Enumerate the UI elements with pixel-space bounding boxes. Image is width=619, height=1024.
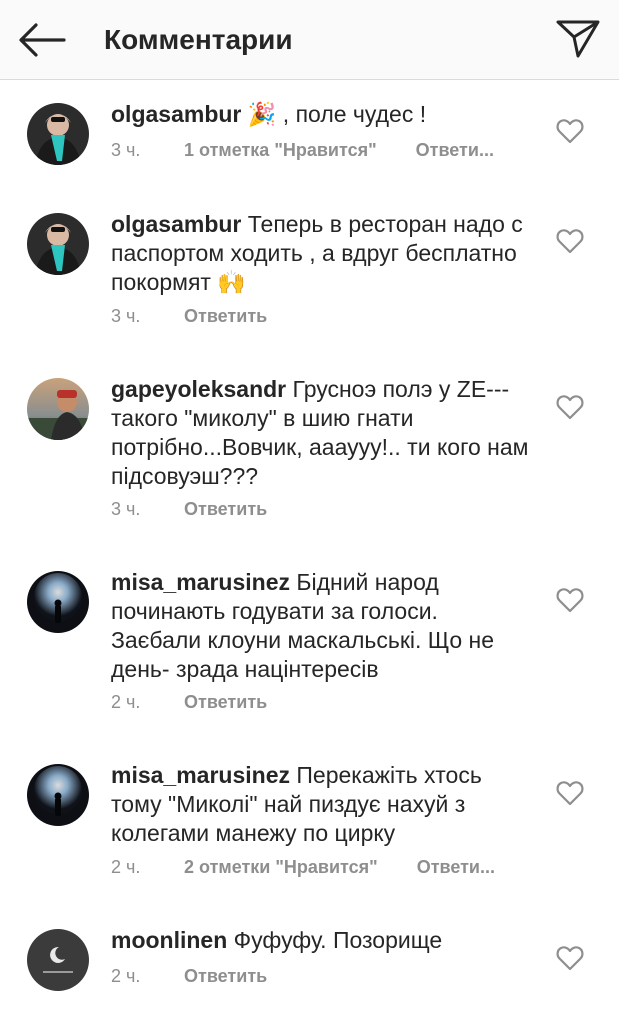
- comment-meta: 3 ч. Ответить: [111, 306, 267, 332]
- comment-time: 3 ч.: [111, 140, 141, 160]
- comment-likes[interactable]: 1 отметка "Нравится": [184, 140, 377, 161]
- like-button[interactable]: [556, 118, 584, 144]
- comment-meta: 2 ч. Ответить: [111, 966, 267, 992]
- comment-username[interactable]: misa_marusinez: [111, 569, 290, 595]
- avatar[interactable]: [27, 571, 89, 633]
- reply-button[interactable]: Ответить: [184, 692, 267, 713]
- arrow-left-icon: [19, 23, 66, 57]
- comment-username[interactable]: misa_marusinez: [111, 762, 290, 788]
- like-button[interactable]: [556, 228, 584, 254]
- comment-time: 2 ч.: [111, 966, 141, 986]
- reply-button[interactable]: Ответить: [184, 499, 267, 520]
- share-button[interactable]: [554, 18, 602, 60]
- comment-time: 2 ч.: [111, 857, 141, 877]
- heart-outline-icon: [556, 395, 584, 420]
- comment-text: 🎉 , поле чудес !: [247, 101, 427, 127]
- top-bar: Комментарии: [0, 0, 619, 80]
- avatar[interactable]: [27, 378, 89, 440]
- comment-username[interactable]: moonlinen: [111, 927, 227, 953]
- comment-time: 2 ч.: [111, 692, 141, 712]
- comment-time: 3 ч.: [111, 499, 141, 519]
- comment-meta: 2 ч. 2 отметки "Нравится" Ответи...: [111, 857, 495, 883]
- comment-meta: 2 ч. Ответить: [111, 692, 267, 718]
- avatar[interactable]: [27, 929, 89, 991]
- avatar[interactable]: [27, 764, 89, 826]
- page-title: Комментарии: [104, 24, 293, 55]
- heart-outline-icon: [556, 229, 584, 254]
- comment-meta: 3 ч. 1 отметка "Нравится" Ответи...: [111, 140, 494, 166]
- comment-time: 3 ч.: [111, 306, 141, 326]
- reply-button[interactable]: Ответить: [184, 966, 267, 987]
- reply-button[interactable]: Ответи...: [416, 140, 494, 161]
- heart-outline-icon: [556, 781, 584, 806]
- heart-outline-icon: [556, 946, 584, 971]
- comment-username[interactable]: gapeyoleksandr: [111, 376, 286, 402]
- avatar[interactable]: [27, 103, 89, 165]
- comment-text: Фуфуфу. Позорище: [233, 927, 443, 953]
- comment-meta: 3 ч. Ответить: [111, 499, 267, 525]
- like-button[interactable]: [556, 780, 584, 806]
- comment-username[interactable]: olgasambur: [111, 211, 241, 237]
- reply-button[interactable]: Ответить: [184, 306, 267, 327]
- reply-button[interactable]: Ответи...: [417, 857, 495, 878]
- like-button[interactable]: [556, 587, 584, 613]
- heart-outline-icon: [556, 119, 584, 144]
- paper-plane-icon: [556, 20, 600, 58]
- like-button[interactable]: [556, 945, 584, 971]
- avatar[interactable]: [27, 213, 89, 275]
- like-button[interactable]: [556, 394, 584, 420]
- comment-username[interactable]: olgasambur: [111, 101, 241, 127]
- back-button[interactable]: [18, 22, 66, 58]
- heart-outline-icon: [556, 588, 584, 613]
- comment-likes[interactable]: 2 отметки "Нравится": [184, 857, 378, 878]
